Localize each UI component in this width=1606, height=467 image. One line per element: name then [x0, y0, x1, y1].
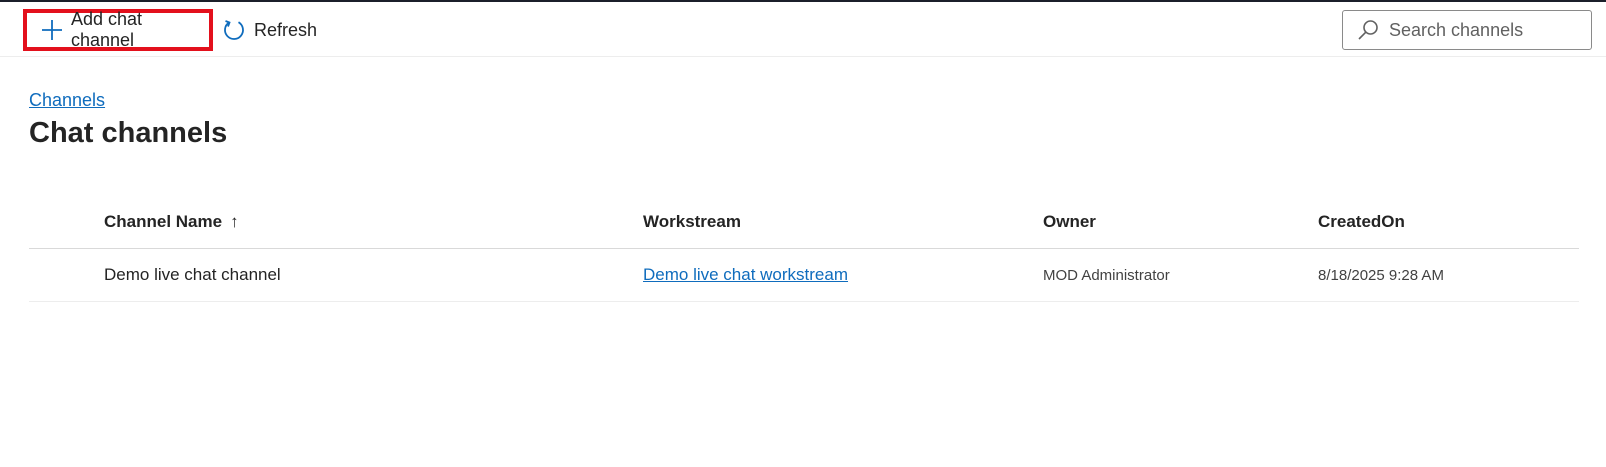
column-header-label: Workstream — [643, 212, 741, 231]
refresh-icon — [222, 18, 246, 42]
refresh-label: Refresh — [254, 19, 318, 40]
search-input[interactable] — [1387, 18, 1581, 42]
column-header-owner[interactable]: Owner — [1043, 196, 1096, 248]
add-chat-channel-button[interactable]: Add chat channel — [23, 9, 213, 51]
command-bar: Add chat channel Refresh — [0, 2, 1606, 57]
workstream-link[interactable]: Demo live chat workstream — [643, 265, 848, 285]
column-header-createdon[interactable]: CreatedOn — [1318, 196, 1405, 248]
add-chat-channel-label: Add chat channel — [71, 9, 143, 50]
search-icon — [1357, 19, 1379, 41]
cell-createdon: 8/18/2025 9:28 AM — [1318, 266, 1444, 284]
cell-channel-name: Demo live chat channel — [104, 265, 281, 284]
refresh-button[interactable]: Refresh — [220, 9, 320, 51]
column-header-workstream[interactable]: Workstream — [643, 196, 741, 248]
plus-icon — [41, 19, 63, 41]
column-header-channel-name[interactable]: Channel Name ↑ — [104, 196, 239, 248]
column-header-label: Owner — [1043, 212, 1096, 231]
breadcrumb-channels-link[interactable]: Channels — [29, 90, 105, 111]
column-header-label: CreatedOn — [1318, 212, 1405, 231]
page-title: Chat channels — [29, 117, 228, 149]
cell-owner: MOD Administrator — [1043, 266, 1170, 284]
column-header-label: Channel Name — [104, 212, 223, 231]
search-box[interactable] — [1342, 10, 1592, 50]
cell-workstream: Demo live chat workstream — [643, 249, 848, 301]
channels-grid: Channel Name ↑ Workstream Owner CreatedO… — [29, 196, 1579, 302]
page: Add chat channel Refresh Channels Chat c… — [0, 0, 1606, 467]
grid-header: Channel Name ↑ Workstream Owner CreatedO… — [29, 196, 1579, 249]
sort-ascending-icon: ↑ — [230, 212, 239, 231]
table-row[interactable]: Demo live chat channel Demo live chat wo… — [29, 249, 1579, 302]
